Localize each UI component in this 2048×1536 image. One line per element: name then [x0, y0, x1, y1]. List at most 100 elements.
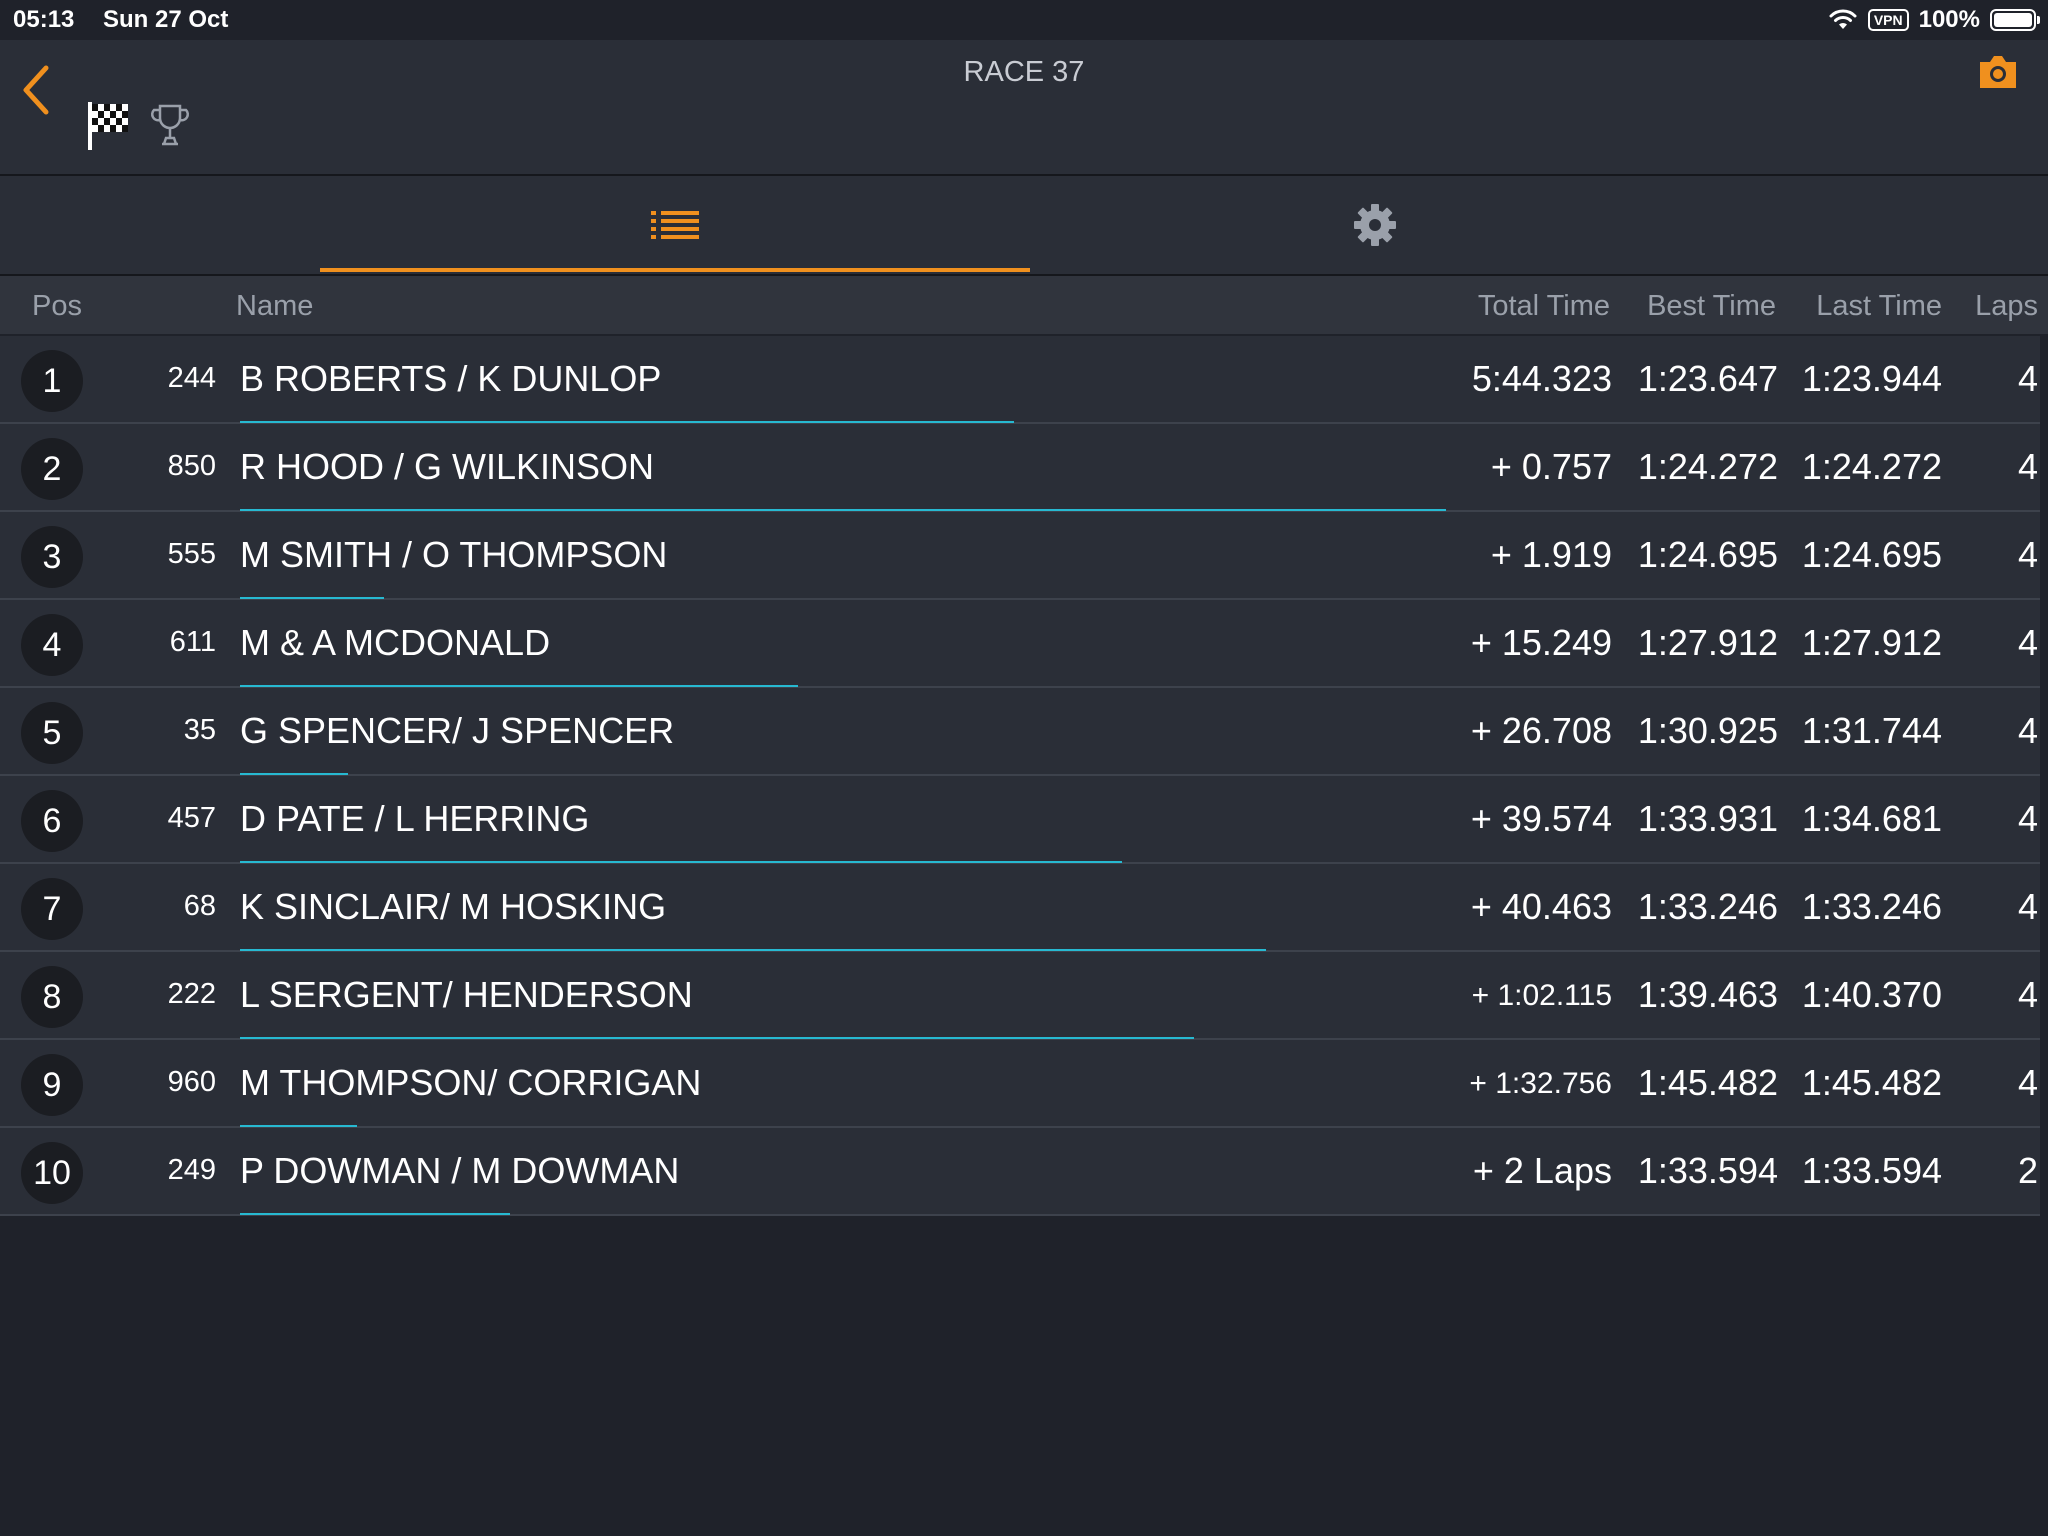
col-total-time: Total Time: [1477, 290, 1610, 322]
position-badge: 2: [21, 438, 83, 500]
laps-count: 4: [2017, 798, 2038, 839]
position-badge: 8: [21, 966, 83, 1028]
car-number: 222: [167, 978, 216, 1010]
car-number: 611: [169, 626, 216, 658]
driver-names: P DOWMAN / M DOWMAN: [240, 1150, 680, 1191]
position-badge: 4: [21, 614, 83, 676]
lap-progress-bar: [240, 1213, 510, 1215]
result-row[interactable]: 1 244 B ROBERTS / K DUNLOP 5:44.323 1:23.647…: [0, 336, 2040, 424]
nav-bar: RACE 37: [0, 40, 2048, 176]
status-time: 05:13: [13, 6, 75, 33]
driver-names: D PATE / L HERRING: [240, 798, 590, 839]
tab-results-list[interactable]: [320, 176, 1030, 274]
best-time: 1:33.594: [1637, 1150, 1778, 1191]
col-pos: Pos: [32, 290, 82, 322]
result-row[interactable]: 7 68 K SINCLAIR/ M HOSKING + 40.463 1:33.246…: [0, 864, 2040, 952]
laps-count: 4: [2017, 1062, 2038, 1103]
laps-count: 4: [2017, 446, 2038, 487]
camera-icon[interactable]: [1976, 52, 2020, 92]
driver-names: R HOOD / G WILKINSON: [240, 446, 655, 487]
wifi-icon: [1829, 9, 1857, 29]
best-time: 1:39.463: [1637, 974, 1778, 1015]
last-time: 1:34.681: [1801, 798, 1942, 839]
battery-percent: 100%: [1918, 6, 1980, 33]
total-time: + 15.249: [1470, 622, 1612, 663]
tab-bar: [0, 176, 2048, 276]
laps-count: 4: [2017, 534, 2038, 575]
driver-names: M & A MCDONALD: [240, 622, 551, 663]
checkered-flag-icon[interactable]: [86, 100, 132, 152]
result-row[interactable]: 9 960 M THOMPSON/ CORRIGAN + 1:32.756 1:45.4…: [0, 1040, 2040, 1128]
best-time: 1:33.246: [1637, 886, 1778, 927]
car-number: 249: [167, 1154, 216, 1186]
tab-settings[interactable]: [1030, 176, 1720, 274]
last-time: 1:40.370: [1801, 974, 1942, 1015]
result-row[interactable]: 5 35 G SPENCER/ J SPENCER + 26.708 1:30.925 1…: [0, 688, 2040, 776]
laps-count: 4: [2017, 710, 2038, 751]
car-number: 960: [167, 1066, 216, 1098]
total-time: + 2 Laps: [1472, 1150, 1612, 1191]
col-laps: Laps: [1975, 290, 2038, 322]
laps-count: 4: [2017, 358, 2038, 399]
last-time: 1:24.272: [1801, 446, 1942, 487]
total-time: + 26.708: [1470, 710, 1612, 751]
position-badge: 5: [21, 702, 83, 764]
results-table-header: Pos Name Total Time Best Time Last Time …: [0, 276, 2048, 334]
car-number: 68: [183, 890, 216, 922]
best-time: 1:45.482: [1637, 1062, 1778, 1103]
laps-count: 4: [2017, 886, 2038, 927]
result-row[interactable]: 3 555 M SMITH / O THOMPSON + 1.919 1:24.695 1…: [0, 512, 2040, 600]
car-number: 850: [167, 450, 216, 482]
driver-names: K SINCLAIR/ M HOSKING: [240, 886, 667, 927]
driver-names: M SMITH / O THOMPSON: [240, 534, 668, 575]
status-date: Sun 27 Oct: [103, 6, 229, 33]
status-bar: 05:13 Sun 27 Oct VPN 100%: [0, 0, 2048, 40]
lap-progress-bar: [240, 773, 348, 775]
laps-count: 4: [2017, 622, 2038, 663]
car-number: 244: [167, 362, 216, 394]
result-row[interactable]: 2 850 R HOOD / G WILKINSON + 0.757 1:24.272 1…: [0, 424, 2040, 512]
lap-progress-bar: [240, 509, 1446, 511]
last-time: 1:33.594: [1801, 1150, 1942, 1191]
car-number: 555: [167, 538, 216, 570]
position-badge: 6: [21, 790, 83, 852]
result-row[interactable]: 10 249 P DOWMAN / M DOWMAN + 2 Laps 1:33.594…: [0, 1128, 2040, 1216]
position-badge: 10: [21, 1142, 83, 1204]
best-time: 1:24.272: [1637, 446, 1778, 487]
lap-progress-bar: [240, 1125, 357, 1127]
result-row[interactable]: 8 222 L SERGENT/ HENDERSON + 1:02.115 1:39.4…: [0, 952, 2040, 1040]
best-time: 1:27.912: [1637, 622, 1778, 663]
total-time: + 1:02.115: [1471, 979, 1612, 1012]
total-time: + 1:32.756: [1469, 1067, 1612, 1100]
col-best-time: Best Time: [1647, 290, 1776, 322]
last-time: 1:45.482: [1801, 1062, 1942, 1103]
total-time: + 1.919: [1490, 534, 1612, 575]
last-time: 1:23.944: [1801, 358, 1942, 399]
last-time: 1:33.246: [1801, 886, 1942, 927]
laps-count: 4: [2017, 974, 2038, 1015]
last-time: 1:27.912: [1801, 622, 1942, 663]
total-time: + 40.463: [1470, 886, 1612, 927]
laps-count: 2: [2017, 1150, 2038, 1191]
position-badge: 9: [21, 1054, 83, 1116]
driver-names: G SPENCER/ J SPENCER: [240, 710, 675, 751]
total-time: + 39.574: [1470, 798, 1612, 839]
gear-icon: [1354, 204, 1396, 246]
driver-names: M THOMPSON/ CORRIGAN: [240, 1062, 702, 1103]
result-row[interactable]: 4 611 M & A MCDONALD + 15.249 1:27.912 1:27.9…: [0, 600, 2040, 688]
battery-icon: [1990, 9, 2040, 31]
position-badge: 3: [21, 526, 83, 588]
total-time: 5:44.323: [1471, 358, 1612, 399]
car-number: 35: [183, 714, 216, 746]
lap-progress-bar: [240, 1037, 1194, 1039]
position-badge: 1: [21, 350, 83, 412]
last-time: 1:24.695: [1801, 534, 1942, 575]
total-time: + 0.757: [1490, 446, 1612, 487]
trophy-icon[interactable]: [150, 102, 190, 148]
vpn-badge: VPN: [1867, 9, 1909, 31]
lap-progress-bar: [240, 685, 798, 687]
lap-progress-bar: [240, 861, 1122, 863]
driver-names: L SERGENT/ HENDERSON: [240, 974, 693, 1015]
best-time: 1:33.931: [1637, 798, 1778, 839]
result-row[interactable]: 6 457 D PATE / L HERRING + 39.574 1:33.931 1:…: [0, 776, 2040, 864]
